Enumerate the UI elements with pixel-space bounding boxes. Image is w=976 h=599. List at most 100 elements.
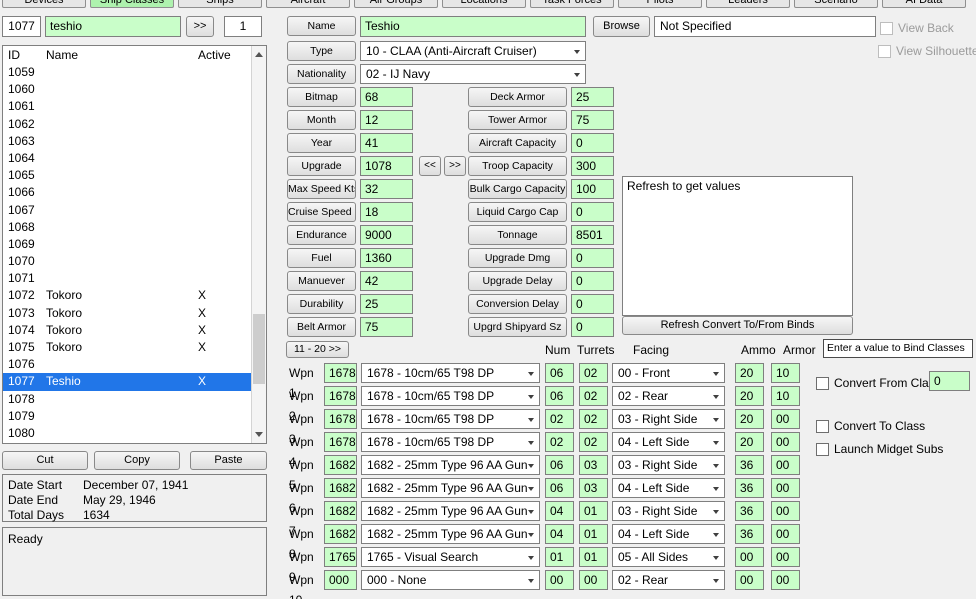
field-value-input[interactable]: 0 [571,202,614,222]
weapon-num-input[interactable]: 06 [545,478,574,498]
weapon-id-input[interactable]: 1765 [324,547,357,567]
weapon-id-input[interactable]: 1678 [324,386,357,406]
weapon-ammo-input[interactable]: 36 [735,501,764,521]
weapon-turrets-input[interactable]: 02 [579,386,608,406]
class-list-row[interactable]: 1059 [3,64,251,81]
field-value-input[interactable]: 0 [571,294,614,314]
class-list-row[interactable]: 1075 Tokoro X [3,339,251,356]
refresh-convert-binds-button[interactable]: Refresh Convert To/From Binds [622,316,853,335]
weapon-num-input[interactable]: 01 [545,547,574,567]
weapon-turrets-input[interactable]: 02 [579,409,608,429]
weapon-id-input[interactable]: 1682 [324,455,357,475]
convert-values-textarea[interactable]: Refresh to get values [622,176,853,316]
search-input[interactable]: teshio [45,16,181,37]
field-label-button[interactable]: Conversion Delay [468,294,567,314]
weapon-turrets-input[interactable]: 01 [579,547,608,567]
weapon-turrets-input[interactable]: 03 [579,455,608,475]
weapon-dropdown[interactable]: 1682 - 25mm Type 96 AA Gun [361,501,540,521]
nationality-dropdown[interactable]: 02 - IJ Navy [360,64,586,84]
field-label-button[interactable]: Upgrade Delay [468,271,567,291]
convert-from-class-checkbox-box[interactable] [816,376,829,390]
field-value-input[interactable]: 0 [571,133,614,153]
view-silhouettes-checkbox-box[interactable] [878,44,891,58]
weapon-num-input[interactable]: 02 [545,432,574,452]
weapon-armor-input[interactable]: 00 [771,547,800,567]
weapon-num-input[interactable]: 06 [545,386,574,406]
weapon-dropdown[interactable]: 1678 - 10cm/65 T98 DP [361,409,540,429]
weapon-id-input[interactable]: 1678 [324,409,357,429]
weapon-facing-dropdown[interactable]: 02 - Rear [612,386,725,406]
weapon-ammo-input[interactable]: 00 [735,547,764,567]
weapon-armor-input[interactable]: 00 [771,570,800,590]
convert-from-class-input[interactable]: 0 [929,371,970,391]
weapon-turrets-input[interactable]: 02 [579,363,608,383]
weapon-ammo-input[interactable]: 36 [735,455,764,475]
field-value-input[interactable]: 75 [571,110,614,130]
weapon-dropdown[interactable]: 1678 - 10cm/65 T98 DP [361,363,540,383]
class-name-input[interactable]: Teshio [360,16,586,37]
weapon-ammo-input[interactable]: 36 [735,524,764,544]
weapon-dropdown[interactable]: 1765 - Visual Search [361,547,540,567]
weapon-id-input[interactable]: 1682 [324,478,357,498]
field-value-input[interactable]: 0 [571,271,614,291]
view-back-checkbox-box[interactable] [880,21,893,35]
find-next-button[interactable]: >> [186,16,214,37]
weapon-id-input[interactable]: 1678 [324,363,357,383]
field-label-button[interactable]: Tonnage [468,225,567,245]
weapon-num-input[interactable]: 06 [545,363,574,383]
scrollbar-up-arrow-icon[interactable] [252,47,266,62]
field-label-button[interactable]: Liquid Cargo Cap [468,202,567,222]
weapon-dropdown[interactable]: 1682 - 25mm Type 96 AA Gun [361,478,540,498]
weapon-facing-dropdown[interactable]: 03 - Right Side [612,409,725,429]
weapon-armor-input[interactable]: 00 [771,455,800,475]
editor-tab[interactable]: Leaders [706,0,790,8]
editor-tab[interactable]: Air Groups [354,0,438,8]
field-label-button[interactable]: Bulk Cargo Capacity [468,179,567,199]
field-value-input[interactable]: 100 [571,179,614,199]
editor-tab[interactable]: Devices [2,0,86,8]
field-value-input[interactable]: 8501 [571,225,614,245]
weapon-num-input[interactable]: 04 [545,501,574,521]
convert-to-class-checkbox[interactable]: Convert To Class [816,419,925,433]
field-value-input[interactable]: 0 [571,317,614,337]
weapon-ammo-input[interactable]: 20 [735,363,764,383]
launch-midget-subs-checkbox-box[interactable] [816,442,829,456]
weapon-facing-dropdown[interactable]: 04 - Left Side [612,432,725,452]
weapon-facing-dropdown[interactable]: 05 - All Sides [612,547,725,567]
weapon-ammo-input[interactable]: 20 [735,386,764,406]
weapon-id-input[interactable]: 1682 [324,524,357,544]
weapon-dropdown[interactable]: 1682 - 25mm Type 96 AA Gun [361,524,540,544]
weapon-id-input[interactable]: 000 [324,570,357,590]
editor-tab[interactable]: Aircraft [266,0,350,8]
weapon-num-input[interactable]: 06 [545,455,574,475]
weapon-armor-input[interactable]: 00 [771,432,800,452]
field-label-button[interactable]: Upgrd Shipyard Sz [468,317,567,337]
name-field-label[interactable]: Name [287,16,356,36]
weapon-facing-dropdown[interactable]: 03 - Right Side [612,455,725,475]
editor-tab[interactable]: AI Data [882,0,966,8]
weapon-armor-input[interactable]: 10 [771,363,800,383]
browse-button[interactable]: Browse [593,16,650,37]
weapon-num-input[interactable]: 04 [545,524,574,544]
launch-midget-subs-checkbox[interactable]: Launch Midget Subs [816,442,943,456]
field-value-input[interactable]: 300 [571,156,614,176]
weapon-armor-input[interactable]: 10 [771,386,800,406]
weapon-facing-dropdown[interactable]: 00 - Front [612,363,725,383]
weapon-ammo-input[interactable]: 00 [735,570,764,590]
weapon-num-input[interactable]: 00 [545,570,574,590]
editor-tab[interactable]: Ship Classes [90,0,174,8]
weapon-num-input[interactable]: 02 [545,409,574,429]
editor-tab[interactable]: Pilots [618,0,702,8]
weapons-page-button[interactable]: 11 - 20 >> [286,341,349,358]
weapon-dropdown[interactable]: 1682 - 25mm Type 96 AA Gun [361,455,540,475]
bind-classes-input[interactable]: Enter a value to Bind Classes [823,339,973,358]
convert-from-class-checkbox[interactable]: Convert From Class [816,376,941,390]
editor-tab[interactable]: Locations [442,0,526,8]
weapon-dropdown[interactable]: 1678 - 10cm/65 T98 DP [361,432,540,452]
field-label-button[interactable]: Upgrade Dmg [468,248,567,268]
view-silhouettes-checkbox[interactable]: View Silhouettes [878,44,976,58]
convert-to-class-checkbox-box[interactable] [816,419,829,433]
weapon-facing-dropdown[interactable]: 02 - Rear [612,570,725,590]
editor-tab[interactable]: Scenario [794,0,878,8]
weapon-id-input[interactable]: 1682 [324,501,357,521]
